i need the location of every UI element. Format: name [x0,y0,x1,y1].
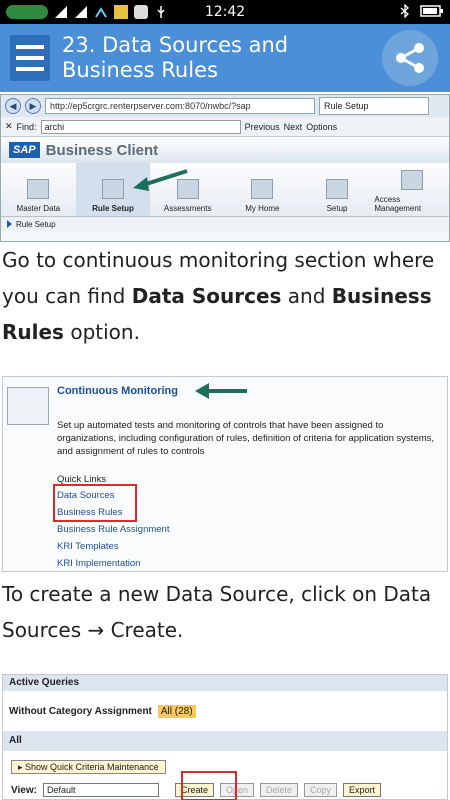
tile-setup: Setup [300,163,375,216]
find-bar: ✕ Find: archi Previous Next Options [1,117,449,137]
previous-label: Previous [244,121,280,132]
page-title: 23. Data Sources and Business Rules [62,33,289,82]
view-label: View: [11,784,37,796]
signal-icon [55,6,67,18]
export-button: Export [343,783,382,797]
highlight-box [53,484,137,522]
arrow-icon [195,383,247,399]
notification-icon [114,5,128,19]
section-description: Set up automated tests and monitoring of… [57,420,435,457]
signal-icon [75,6,87,18]
back-icon: ◀ [5,98,21,114]
url-bar: http://ep5crgrc.renterpserver.com:8070/n… [45,98,315,114]
folder-icon [27,179,50,199]
quick-criteria-button: ▸ Show Quick Criteria Maintenance [11,760,166,774]
tile-master-data: Master Data [1,163,76,216]
usb-icon [157,6,165,18]
next-label: Next [283,121,303,132]
carrier-logo-icon [6,5,48,19]
tile-label: Rule Setup [92,204,134,213]
sap-logo: SAP [9,142,40,158]
instruction-paragraph-2: To create a new Data Source, click on Da… [2,582,432,642]
breadcrumb: Rule Setup [1,217,449,231]
forward-icon: ▶ [25,98,41,114]
query-row: Without Category Assignment All (28) [3,691,447,731]
browser-tab: Rule Setup [319,97,429,115]
query-label: Without Category Assignment [9,705,152,717]
tile-label: Access Management [374,195,422,213]
copy-button: Copy [304,783,338,797]
link-kri-templates: KRI Templates [57,541,119,552]
section-title: Continuous Monitoring [57,385,178,397]
tile-label: Master Data [16,204,61,213]
link-business-rule-assignment: Business Rule Assignment [57,524,170,535]
monitoring-icon [7,387,49,425]
folder-icon [251,179,274,199]
menu-button[interactable] [10,35,50,81]
triangle-icon [7,220,12,228]
close-icon: ✕ [5,121,13,131]
delete-button: Delete [259,783,298,797]
menu-icon [16,45,44,49]
battery-icon [420,5,443,17]
content-area[interactable]: ◀ ▶ http://ep5crgrc.renterpserver.com:80… [0,92,450,800]
breadcrumb-label: Rule Setup [16,219,56,229]
find-label: Find: [16,121,37,132]
link-kri-implementation: KRI Implementation [57,558,141,569]
tile-label: Assessments [163,204,212,213]
tile-access-management: Access Management [374,163,449,216]
all-count-badge: All (28) [157,704,196,718]
folder-icon [400,170,423,190]
network-icon [95,7,107,18]
instruction-paragraph: Go to continuous monitoring section wher… [2,248,435,344]
arrow-icon [133,169,188,191]
active-queries-header: Active Queries [3,675,447,691]
tile-label: Setup [326,204,348,213]
share-icon [396,43,424,73]
sap-app-name: Business Client [45,141,159,159]
folder-icon [102,179,124,199]
sap-header: SAP Business Client [1,137,449,163]
sap-tile-bar: Master Data Rule Setup Assessments My Ho… [1,163,449,217]
options-label: Options [306,121,338,132]
bold-data-sources: Data Sources [131,284,282,308]
find-input: archi [40,119,241,134]
folder-icon [326,179,349,199]
tile-label: My Home [245,204,280,213]
share-button[interactable] [382,30,438,86]
view-select: Default [42,783,159,797]
screenshot-data-sources-list: Active Queries Without Category Assignme… [2,674,448,800]
browser-toolbar: ◀ ▶ http://ep5crgrc.renterpserver.com:80… [1,95,449,117]
cat-icon [134,5,148,19]
status-bar: 12:42 [0,0,450,24]
highlight-box [181,771,237,800]
app-bar: 23. Data Sources and Business Rules [0,24,450,92]
tile-my-home: My Home [225,163,300,216]
screenshot-sap-business-client: ◀ ▶ http://ep5crgrc.renterpserver.com:80… [0,94,450,242]
all-header: All [3,731,447,751]
screenshot-continuous-monitoring: Continuous Monitoring Set up automated t… [2,376,448,572]
bluetooth-icon [400,4,409,18]
